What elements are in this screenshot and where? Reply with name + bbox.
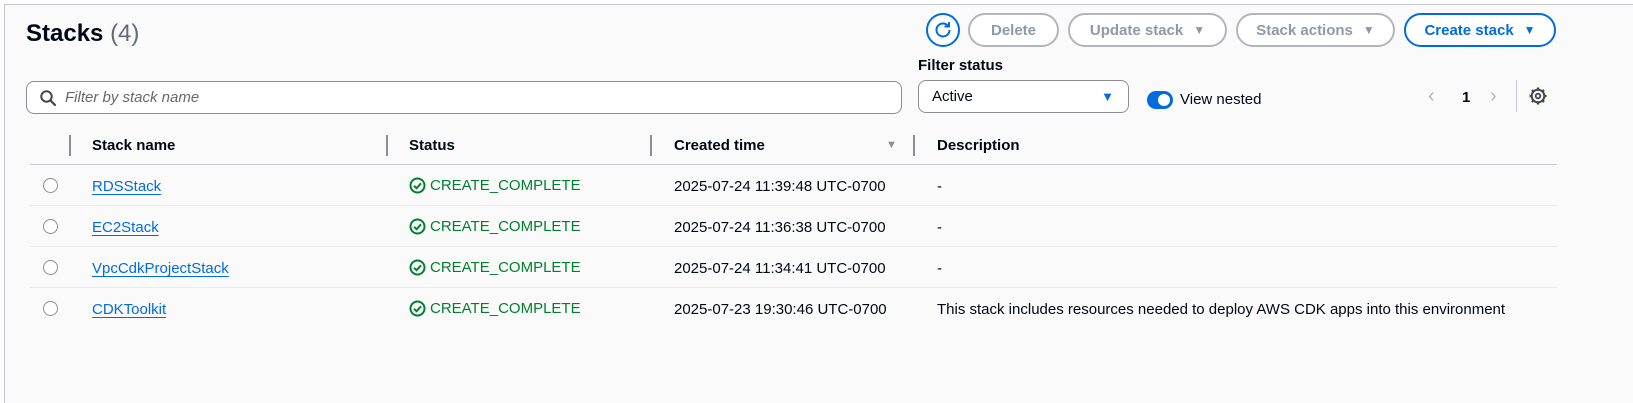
delete-button[interactable]: Delete [968, 13, 1059, 47]
stack-name-link[interactable]: RDSStack [92, 178, 161, 195]
description-cell: - [937, 260, 942, 277]
search-input[interactable]: Filter by stack name [26, 81, 902, 114]
filter-status-select[interactable]: Active ▼ [918, 80, 1129, 113]
stack-name-link[interactable]: VpcCdkProjectStack [92, 260, 229, 277]
status-cell: CREATE_COMPLETE [409, 259, 581, 276]
settings-gear-icon[interactable] [1528, 86, 1548, 106]
search-placeholder: Filter by stack name [65, 89, 200, 106]
pager-divider [1516, 80, 1517, 112]
column-header-status[interactable]: Status [409, 137, 455, 154]
table-row[interactable]: CDKToolkit CREATE_COMPLETE 2025-07-23 19… [0, 288, 1633, 329]
caret-down-icon: ▼ [1362, 23, 1375, 37]
status-cell: CREATE_COMPLETE [409, 218, 581, 235]
page-title: Stacks (4) [26, 20, 139, 48]
description-cell: - [937, 219, 942, 236]
stack-name-link[interactable]: CDKToolkit [92, 301, 166, 318]
column-resizer[interactable] [386, 135, 388, 156]
create-stack-label: Create stack [1424, 21, 1514, 39]
status-text: CREATE_COMPLETE [430, 300, 581, 317]
success-check-icon [409, 218, 426, 235]
status-text: CREATE_COMPLETE [430, 177, 581, 194]
table-row[interactable]: EC2Stack CREATE_COMPLETE 2025-07-24 11:3… [0, 206, 1633, 247]
toggle-knob [1158, 94, 1170, 106]
created-time-cell: 2025-07-23 19:30:46 UTC-0700 [674, 301, 887, 318]
page-title-text: Stacks [26, 20, 104, 47]
table-row[interactable]: RDSStack CREATE_COMPLETE 2025-07-24 11:3… [0, 165, 1633, 206]
column-divider [69, 135, 71, 156]
column-resizer[interactable] [650, 135, 652, 156]
row-select-radio[interactable] [43, 178, 58, 193]
column-header-created-time[interactable]: Created time [674, 137, 765, 154]
stack-actions-button[interactable]: Stack actions ▼ [1236, 13, 1395, 47]
search-icon [39, 89, 57, 107]
filter-status-value: Active [932, 88, 973, 105]
table-row[interactable]: VpcCdkProjectStack CREATE_COMPLETE 2025-… [0, 247, 1633, 288]
success-check-icon [409, 259, 426, 276]
success-check-icon [409, 300, 426, 317]
row-select-radio[interactable] [43, 301, 58, 316]
created-time-cell: 2025-07-24 11:34:41 UTC-0700 [674, 260, 886, 277]
view-nested-toggle[interactable] [1147, 91, 1173, 109]
previous-page-icon[interactable]: ‹ [1428, 86, 1435, 106]
filter-status-label: Filter status [918, 57, 1004, 74]
caret-down-icon: ▼ [1193, 23, 1206, 37]
description-cell: - [937, 178, 942, 195]
refresh-button[interactable] [926, 13, 960, 47]
update-stack-label: Update stack [1089, 21, 1184, 39]
stack-name-link[interactable]: EC2Stack [92, 219, 159, 236]
created-time-cell: 2025-07-24 11:36:38 UTC-0700 [674, 219, 886, 236]
row-select-radio[interactable] [43, 219, 58, 234]
sort-descending-icon[interactable]: ▼ [886, 139, 897, 151]
update-stack-button[interactable]: Update stack ▼ [1068, 13, 1227, 47]
create-stack-button[interactable]: Create stack ▼ [1404, 13, 1556, 47]
page-number[interactable]: 1 [1462, 89, 1470, 106]
status-cell: CREATE_COMPLETE [409, 300, 581, 317]
row-select-radio[interactable] [43, 260, 58, 275]
status-text: CREATE_COMPLETE [430, 259, 581, 276]
caret-down-icon: ▼ [1101, 89, 1114, 104]
stack-count: (4) [110, 20, 140, 47]
description-cell: This stack includes resources needed to … [937, 301, 1506, 318]
success-check-icon [409, 177, 426, 194]
column-header-stack-name[interactable]: Stack name [92, 137, 175, 154]
column-resizer[interactable] [913, 135, 915, 156]
next-page-icon[interactable]: › [1490, 86, 1497, 106]
status-text: CREATE_COMPLETE [430, 218, 581, 235]
refresh-icon [933, 20, 953, 40]
status-cell: CREATE_COMPLETE [409, 177, 581, 194]
created-time-cell: 2025-07-24 11:39:48 UTC-0700 [674, 178, 886, 195]
column-header-description[interactable]: Description [937, 137, 1020, 154]
delete-label: Delete [990, 21, 1037, 39]
stack-actions-label: Stack actions [1256, 21, 1353, 39]
view-nested-label: View nested [1180, 91, 1262, 108]
caret-down-icon: ▼ [1523, 23, 1536, 37]
